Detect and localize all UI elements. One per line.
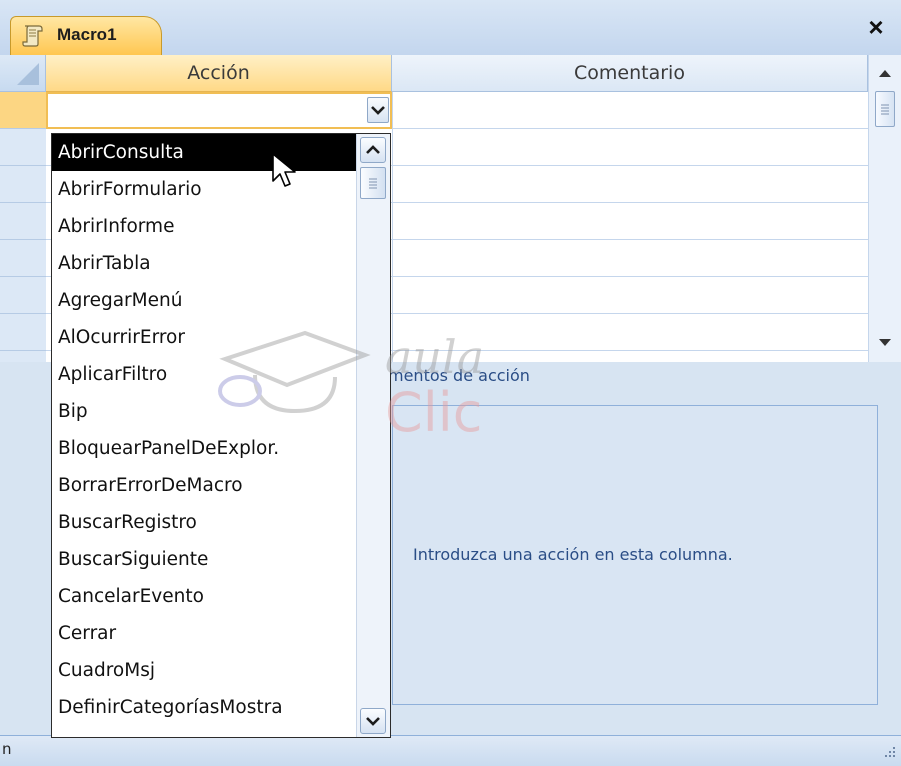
list-item[interactable]: Cerrar (52, 615, 356, 652)
list-item[interactable]: BuscarSiguiente (52, 541, 356, 578)
list-scrollbar[interactable] (356, 134, 390, 737)
list-item[interactable]: AplicarFiltro (52, 356, 356, 393)
macro-scroll-icon (22, 25, 43, 47)
action-combo-cell[interactable] (46, 92, 392, 129)
column-header-accion[interactable]: Acción (46, 55, 392, 92)
row-selector[interactable] (0, 92, 46, 129)
tab-title: Macro1 (57, 25, 117, 44)
row-selector[interactable] (0, 277, 46, 314)
help-hint-text: Introduzca una acción en esta columna. (413, 545, 733, 564)
dropdown-button[interactable] (367, 97, 389, 123)
list-scroll-thumb[interactable] (360, 167, 386, 199)
document-tab-strip: Macro1 × (0, 0, 901, 56)
chevron-up-icon (366, 145, 380, 154)
list-item[interactable]: CancelarEvento (52, 578, 356, 615)
list-item[interactable]: CuadroMsj (52, 652, 356, 689)
list-item[interactable]: AbrirInforme (52, 208, 356, 245)
close-icon[interactable]: × (862, 13, 890, 41)
column-divider (392, 92, 393, 362)
list-scroll-up-button[interactable] (360, 137, 386, 163)
list-item[interactable]: AbrirTabla (52, 245, 356, 282)
column-header-comentario[interactable]: Comentario (392, 55, 868, 92)
tab-macro1[interactable]: Macro1 (10, 16, 162, 56)
list-item[interactable]: Bip (52, 393, 356, 430)
list-item[interactable]: AgregarMenú (52, 282, 356, 319)
resize-grip-icon[interactable] (880, 742, 898, 760)
scroll-thumb[interactable] (875, 91, 895, 127)
select-all-corner[interactable] (0, 55, 46, 92)
list-item[interactable]: BloquearPanelDeExplor. (52, 430, 356, 467)
list-item[interactable]: BorrarErrorDeMacro (52, 467, 356, 504)
list-scroll-down-button[interactable] (360, 708, 386, 734)
list-item[interactable]: DefinirCategoríasMostra (52, 689, 356, 726)
row-selector[interactable] (0, 203, 46, 240)
row-selector-column (0, 92, 46, 362)
scroll-down-arrow-icon[interactable] (877, 337, 893, 349)
list-item[interactable]: AbrirFormulario (52, 171, 356, 208)
mouse-cursor-icon (272, 153, 296, 187)
grid-vertical-scrollbar[interactable] (868, 55, 901, 362)
row-selector[interactable] (0, 166, 46, 203)
chevron-down-icon (366, 717, 380, 726)
list-item[interactable]: AlOcurrirError (52, 319, 356, 356)
action-arguments-label: mentos de acción (388, 366, 530, 385)
row-selector[interactable] (0, 314, 46, 351)
status-text: n (2, 740, 12, 758)
row-selector[interactable] (0, 240, 46, 277)
chevron-down-icon (371, 106, 385, 115)
list-item[interactable]: AbrirConsulta (52, 134, 356, 171)
scroll-up-arrow-icon[interactable] (877, 67, 893, 79)
list-item[interactable]: BuscarRegistro (52, 504, 356, 541)
row-selector[interactable] (0, 129, 46, 166)
status-bar: n (0, 735, 901, 766)
action-dropdown-list[interactable]: AbrirConsulta AbrirFormulario AbrirInfor… (51, 133, 391, 738)
